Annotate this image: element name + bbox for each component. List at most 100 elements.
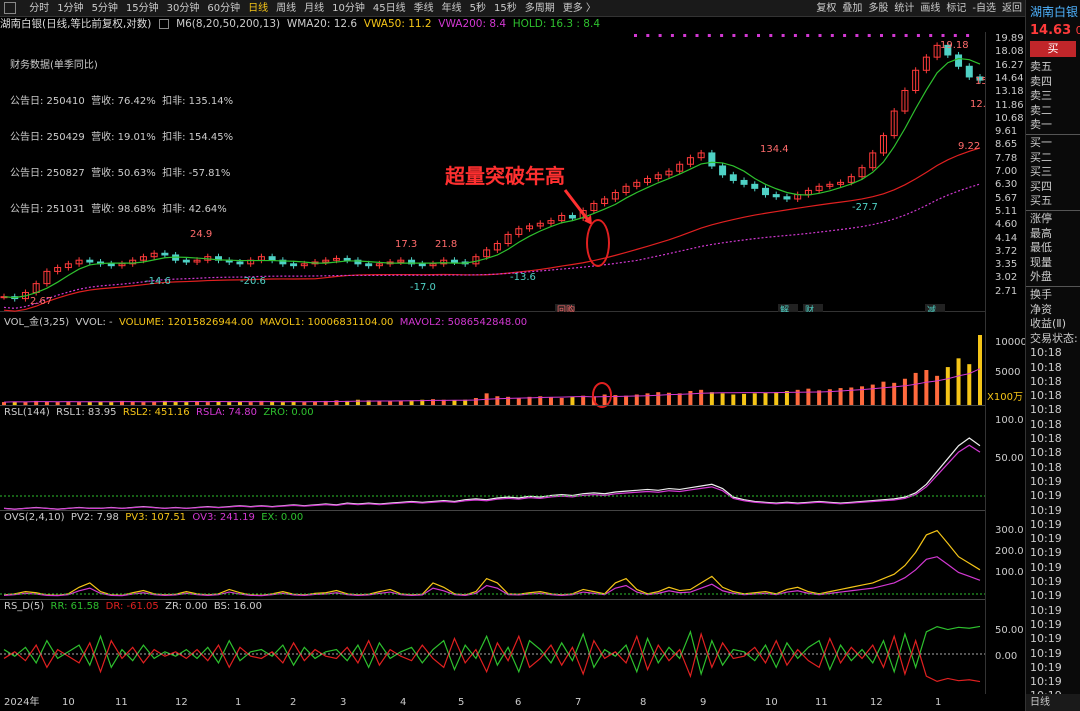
date-tick: 8 xyxy=(640,697,647,708)
price-tick: 16.27 xyxy=(995,59,1024,71)
toolbar-button[interactable]: 返回 xyxy=(1002,3,1022,14)
volume-bar xyxy=(892,382,897,405)
interval-tab[interactable]: 分时 xyxy=(29,0,49,16)
date-tick: 1 xyxy=(935,697,942,708)
date-tick: 2 xyxy=(290,697,297,708)
candle xyxy=(761,187,769,196)
buy-button[interactable]: 买 xyxy=(1030,41,1076,57)
date-tick: 6 xyxy=(515,697,522,708)
date-axis: 2024年 10 11 12 1 2 3 4 5 6 7 8 9 10 11 12 1 xyxy=(0,694,985,711)
zro-label: ZRO: 0.00 xyxy=(263,407,314,418)
tick-time: 10:19 xyxy=(1030,546,1062,560)
rsla-label: RSLA: 74.80 xyxy=(196,407,257,418)
tick-time: 10:18 xyxy=(1030,389,1062,403)
price-tick: 3.02 xyxy=(995,272,1018,284)
price-axis: 19.89 18.08 16.27 14.64 13.18 11.86 10.68 9.61 8… xyxy=(985,32,1025,312)
interval-tab[interactable]: 5秒 xyxy=(470,0,486,16)
toolbar-button[interactable]: -自选 xyxy=(972,3,996,14)
vol-title: VOL_金(3,25) xyxy=(4,317,70,328)
interval-tab[interactable]: 月线 xyxy=(304,0,324,16)
volume-bar xyxy=(570,396,575,405)
interval-tab[interactable]: 季线 xyxy=(414,0,434,16)
signal-dot xyxy=(843,34,847,37)
stock-name[interactable]: 湖南白银 xyxy=(1026,0,1080,23)
signal-dot xyxy=(781,34,785,37)
candle xyxy=(729,174,737,181)
interval-tab[interactable]: 30分钟 xyxy=(167,0,200,16)
date-tick: 11 xyxy=(115,697,128,708)
tick-time: 10:19 xyxy=(1030,532,1062,546)
tick-time: 10:19 xyxy=(1030,660,1062,674)
bid-level: 买四 xyxy=(1030,179,1052,193)
rsd-chart[interactable] xyxy=(0,614,985,694)
ovs-chart[interactable] xyxy=(0,524,985,599)
vwa200-label: VWA200: 8.4 xyxy=(438,18,507,30)
rsd-tick: 50.00 xyxy=(995,625,1024,636)
signal-dot xyxy=(769,34,773,37)
annotation-text: 超量突破年高 xyxy=(445,164,565,188)
stat-label: 最低 xyxy=(1030,241,1052,255)
volume-bar xyxy=(699,389,704,405)
interval-tab[interactable]: 周线 xyxy=(276,0,296,16)
interval-tab[interactable]: 5分钟 xyxy=(92,0,118,16)
price-tick: 8.65 xyxy=(995,139,1018,151)
vol-unit: X100万 xyxy=(987,392,1023,403)
toolbar-button[interactable]: 标记 xyxy=(946,3,966,14)
signal-dot xyxy=(830,34,834,37)
vvol-label: VVOL: - xyxy=(75,317,113,328)
candle xyxy=(365,263,373,267)
candle xyxy=(719,165,727,176)
date-tick: 9 xyxy=(700,697,707,708)
interval-bar: 分时 1分钟 5分钟 15分钟 30分钟 60分钟 日线 周线 月线 10分钟 45日线 季线 年线 5秒… xyxy=(0,0,1025,17)
period-tab[interactable]: 日线 xyxy=(1026,694,1080,711)
interval-tab[interactable]: 日线 xyxy=(248,0,268,16)
candle xyxy=(965,65,973,78)
interval-tab[interactable]: 10分钟 xyxy=(332,0,365,16)
date-tick: 5 xyxy=(458,697,465,708)
price-label: 134.4 xyxy=(760,144,789,155)
toolbar-button[interactable]: 多股 xyxy=(868,3,888,14)
interval-tab[interactable]: 更多 〉 xyxy=(563,0,596,16)
toolbar-button[interactable]: 统计 xyxy=(894,3,914,14)
toolbar-button[interactable]: 复权 xyxy=(816,3,836,14)
price-tick: 7.78 xyxy=(995,152,1018,164)
signal-dot xyxy=(904,34,908,37)
volume-chart[interactable] xyxy=(0,330,985,405)
date-tick: 11 xyxy=(815,697,828,708)
price-tick: 19.89 xyxy=(995,33,1024,44)
rsl-chart[interactable] xyxy=(0,420,985,510)
stat-label: 现量 xyxy=(1030,255,1052,269)
volume-bar xyxy=(731,394,736,405)
price-label: -13.6 xyxy=(510,272,536,283)
ovs-title: OVS(2,4,10) xyxy=(4,512,65,523)
interval-tab[interactable]: 15分钟 xyxy=(126,0,159,16)
signal-dot xyxy=(695,34,699,37)
date-tick: 7 xyxy=(575,697,582,708)
toolbar-button[interactable]: 叠加 xyxy=(842,3,862,14)
date-tick: 10 xyxy=(765,697,778,708)
interval-tab[interactable]: 15秒 xyxy=(494,0,517,16)
rsl2-label: RSL2: 451.16 xyxy=(122,407,190,418)
interval-tab[interactable]: 年线 xyxy=(442,0,462,16)
signal-dot xyxy=(966,34,970,37)
settings-icon[interactable] xyxy=(158,19,169,29)
ask-level: 卖三 xyxy=(1030,89,1052,103)
ma-label: M6(8,20,50,200,13) xyxy=(176,18,281,30)
volume-bar xyxy=(709,392,714,405)
candle xyxy=(182,259,190,263)
interval-tab[interactable]: 多周期 xyxy=(525,0,555,16)
panel-toggle-icon[interactable] xyxy=(4,2,16,14)
interval-tab[interactable]: 60分钟 xyxy=(207,0,240,16)
candle xyxy=(783,196,791,200)
signal-dot xyxy=(707,34,711,37)
toolbar-button[interactable]: 画线 xyxy=(920,3,940,14)
signal-dot xyxy=(892,34,896,37)
signal-dot xyxy=(744,34,748,37)
price-label: 24.9 xyxy=(190,229,212,240)
volume-bar xyxy=(645,393,650,405)
signal-dot xyxy=(757,34,760,37)
event-label: 回购 xyxy=(557,304,575,312)
interval-tab[interactable]: 1分钟 xyxy=(57,0,83,16)
dr-label: DR: -61.05 xyxy=(105,601,159,612)
interval-tab[interactable]: 45日线 xyxy=(373,0,406,16)
